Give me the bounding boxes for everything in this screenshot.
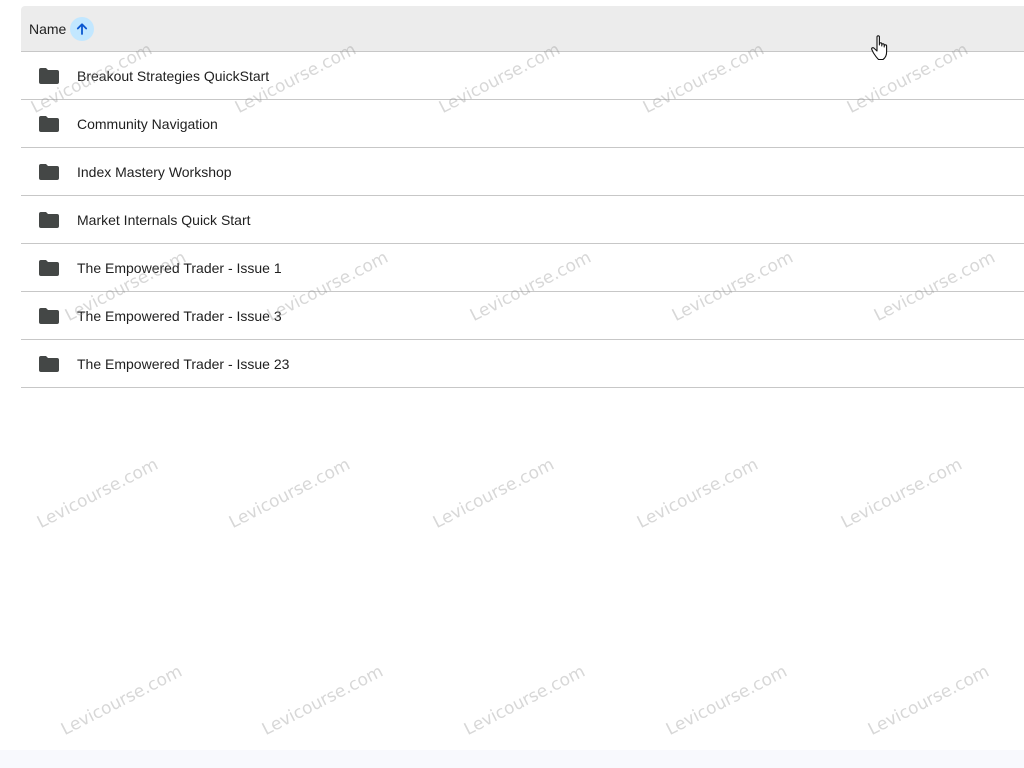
- watermark-text: Levicourse.com: [226, 454, 354, 533]
- folder-row[interactable]: Community Navigation: [21, 100, 1024, 148]
- watermark-text: Levicourse.com: [259, 661, 387, 740]
- file-list: Name Breakout Strategies QuickStart Comm…: [21, 6, 1024, 388]
- watermark-text: Levicourse.com: [461, 661, 589, 740]
- folder-row[interactable]: Index Mastery Workshop: [21, 148, 1024, 196]
- watermark-text: Levicourse.com: [34, 454, 162, 533]
- folder-icon: [39, 211, 59, 228]
- folder-name: Community Navigation: [77, 115, 218, 132]
- watermark-text: Levicourse.com: [58, 661, 186, 740]
- folder-name: The Empowered Trader - Issue 23: [77, 355, 290, 372]
- folder-icon: [39, 115, 59, 132]
- folder-name: The Empowered Trader - Issue 3: [77, 307, 282, 324]
- hand-pointer-icon: [871, 35, 888, 61]
- folder-row[interactable]: The Empowered Trader - Issue 1: [21, 244, 1024, 292]
- folder-row[interactable]: The Empowered Trader - Issue 23: [21, 340, 1024, 388]
- watermark-text: Levicourse.com: [865, 661, 993, 740]
- folder-icon: [39, 355, 59, 372]
- folder-icon: [39, 67, 59, 84]
- folder-name: Breakout Strategies QuickStart: [77, 67, 270, 84]
- folder-name: Index Mastery Workshop: [77, 163, 232, 180]
- arrow-up-icon: [77, 22, 88, 35]
- folder-icon: [39, 307, 59, 324]
- bottom-strip: [0, 750, 1024, 768]
- watermark-text: Levicourse.com: [663, 661, 791, 740]
- folder-name: Market Internals Quick Start: [77, 211, 251, 228]
- sort-ascending-button[interactable]: [70, 16, 95, 41]
- name-column-header[interactable]: Name: [29, 21, 66, 37]
- watermark-text: Levicourse.com: [430, 454, 558, 533]
- folder-row[interactable]: The Empowered Trader - Issue 3: [21, 292, 1024, 340]
- watermark-text: Levicourse.com: [838, 454, 966, 533]
- folder-icon: [39, 259, 59, 276]
- folder-name: The Empowered Trader - Issue 1: [77, 259, 282, 276]
- watermark-text: Levicourse.com: [634, 454, 762, 533]
- folder-row[interactable]: Market Internals Quick Start: [21, 196, 1024, 244]
- folder-icon: [39, 163, 59, 180]
